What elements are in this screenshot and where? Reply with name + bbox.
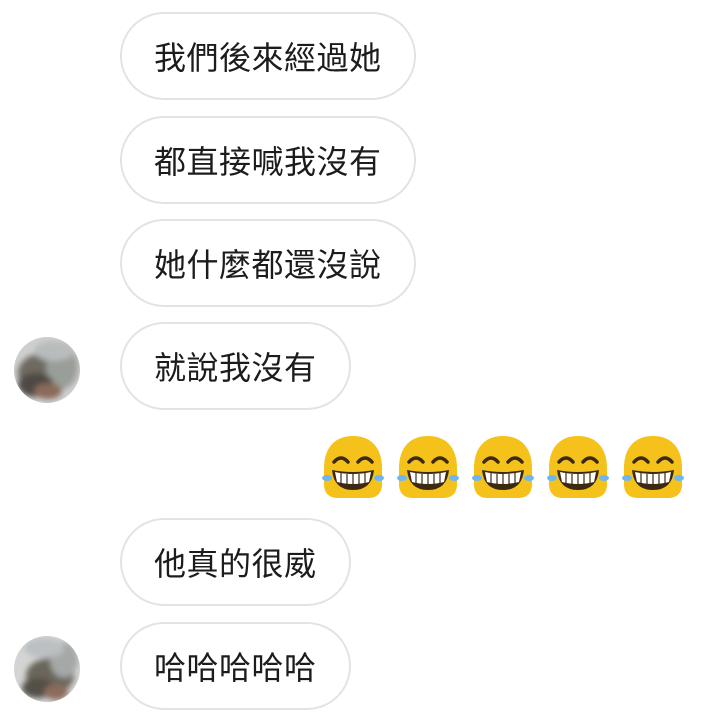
joy-emoji-icon (472, 436, 534, 498)
message-text: 她什麼都還沒說 (154, 246, 382, 284)
chat-thread: 我們後來經過她 都直接喊我沒有 她什麼都還沒說 就說我沒有 他真的很威 哈哈哈哈… (0, 0, 720, 720)
avatar-photo (14, 636, 80, 702)
message-bubble[interactable]: 哈哈哈哈哈 (120, 622, 351, 710)
message-text: 我們後來經過她 (154, 39, 382, 77)
message-bubble[interactable]: 我們後來經過她 (120, 12, 416, 100)
message-text: 都直接喊我沒有 (154, 143, 382, 181)
message-bubble[interactable]: 她什麼都還沒說 (120, 219, 416, 307)
joy-emoji-icon (397, 436, 459, 498)
message-text: 就說我沒有 (154, 349, 317, 387)
message-bubble[interactable]: 他真的很威 (120, 518, 351, 606)
joy-emoji-icon (547, 436, 609, 498)
message-bubble[interactable]: 就說我沒有 (120, 322, 351, 410)
message-text: 哈哈哈哈哈 (154, 649, 317, 687)
avatar[interactable] (14, 636, 80, 702)
joy-emoji-icon (322, 436, 384, 498)
message-text: 他真的很威 (154, 545, 317, 583)
joy-emoji-icon (622, 436, 684, 498)
avatar[interactable] (14, 337, 80, 403)
avatar-photo (14, 337, 80, 403)
emoji-reply[interactable] (318, 432, 688, 502)
message-bubble[interactable]: 都直接喊我沒有 (120, 116, 416, 204)
